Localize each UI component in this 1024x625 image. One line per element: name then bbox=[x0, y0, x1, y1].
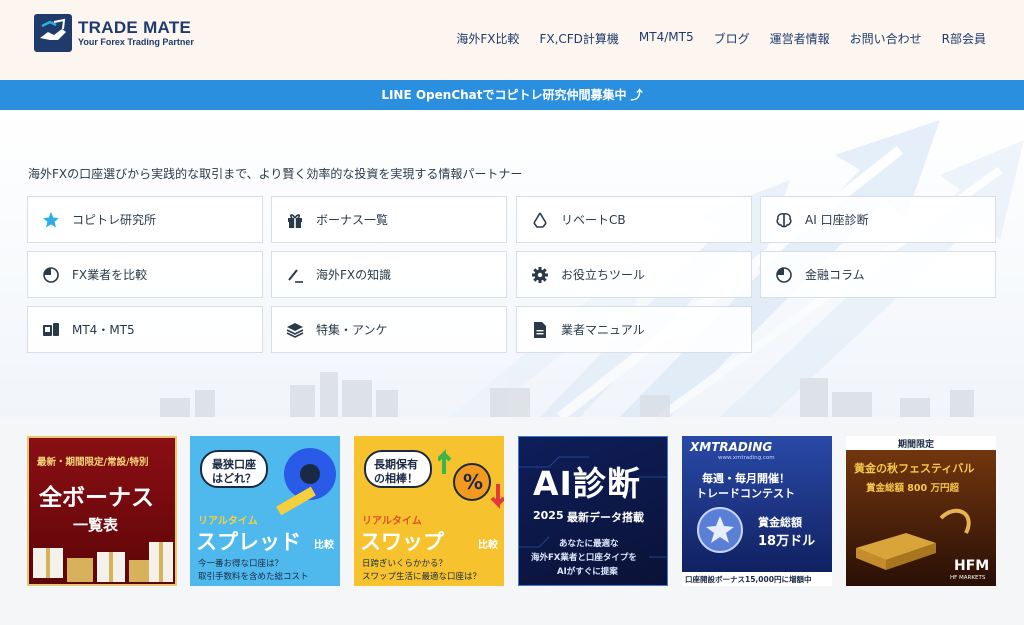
promo-swap-tag: リアルタイム bbox=[362, 516, 422, 527]
recycle-icon bbox=[531, 211, 549, 229]
handshake-logo-icon bbox=[34, 14, 72, 52]
nav-calculator[interactable]: FX,CFD計算機 bbox=[539, 30, 618, 47]
logo[interactable]: TRADE MATE Your Forex Trading Partner bbox=[34, 14, 194, 52]
promo-bonus-top: 最新・期間限定/常設/特別 bbox=[37, 457, 149, 468]
card-label: MT4・MT5 bbox=[72, 323, 135, 337]
promo-ai-yearsub: 最新データ搭載 bbox=[567, 511, 644, 524]
tape-measure-icon bbox=[276, 448, 336, 516]
card-label: 特集・アンケ bbox=[316, 323, 388, 337]
card-finance-column[interactable]: 金融コラム bbox=[760, 251, 996, 298]
promo-spread-bubble2: はどれ？ bbox=[212, 472, 256, 485]
promo-swap-note2: スワップ生活に最適な口座は？ bbox=[362, 572, 482, 582]
card-rebate-cb[interactable]: リベートCB bbox=[516, 196, 752, 243]
devices-icon bbox=[42, 321, 60, 339]
card-useful-tools[interactable]: お役立ちツール bbox=[516, 251, 752, 298]
promo-xm-line1: 毎週・毎月開催！ bbox=[702, 472, 790, 485]
promo-xm-contest[interactable]: XMTRADING www.xmtrading.com 毎週・毎月開催！ トレー… bbox=[682, 436, 832, 586]
promo-spread-note2: 取引手数料を含めた総コスト bbox=[198, 572, 309, 582]
promo-swap-main: スワップ bbox=[360, 530, 444, 554]
promo-hfm-prize: 賞金総額 800 万円超 bbox=[866, 483, 959, 494]
promo-ai-line3: AIがすぐに提案 bbox=[557, 567, 618, 577]
svg-text:%: % bbox=[463, 470, 483, 494]
pen-icon bbox=[286, 266, 304, 284]
promo-xm-site: www.xmtrading.com bbox=[718, 455, 775, 461]
promo-section: 最新・期間限定/常設/特別 全ボーナス 一覧表 最狭口座 はどれ？ リアルタイム… bbox=[0, 417, 1024, 625]
card-label: 海外FXの知識 bbox=[316, 268, 392, 282]
promo-xm-prize1: 賞金総額 bbox=[758, 516, 802, 529]
document-icon bbox=[531, 321, 549, 339]
logo-name: TRADE MATE bbox=[78, 17, 192, 37]
card-bonus-list[interactable]: ボーナス一覧 bbox=[271, 196, 507, 243]
gift-icon bbox=[286, 211, 304, 229]
promo-swap-note1: 日跨ぎいくらかかる？ bbox=[362, 559, 448, 569]
promo-hfm-title: 黄金の秋フェスティバル bbox=[854, 462, 975, 475]
hero-section: 海外FXの口座選びから実践的な取引まで、より賢く効率的な投資を実現する情報パート… bbox=[0, 110, 1024, 417]
card-fx-compare[interactable]: FX業者を比較 bbox=[27, 251, 263, 298]
promo-xm-footer: 口座開設ボーナス15,000円に増額中 bbox=[685, 575, 812, 584]
promo-swap-bubble2: の相棒！ bbox=[374, 472, 418, 485]
promo-xm-prize2: 18万ドル bbox=[758, 534, 816, 549]
promo-bonus-list[interactable]: 最新・期間限定/常設/特別 全ボーナス 一覧表 bbox=[27, 436, 177, 586]
card-label: お役立ちツール bbox=[561, 268, 646, 282]
promo-xm-brand: XMTRADING bbox=[690, 440, 773, 454]
line-openchat-banner[interactable]: LINE OpenChatでコピトレ研究仲間募集中 ⤴ bbox=[0, 80, 1024, 110]
promo-spread-compare-label: 比較 bbox=[314, 540, 334, 551]
card-label: FX業者を比較 bbox=[72, 268, 148, 282]
card-label: 業者マニュアル bbox=[561, 323, 645, 337]
card-mt4-mt5[interactable]: MT4・MT5 bbox=[27, 306, 263, 353]
nav-operator[interactable]: 運営者情報 bbox=[770, 30, 830, 47]
promo-bonus-sub: 一覧表 bbox=[73, 516, 119, 534]
card-label: コピトレ研究所 bbox=[72, 213, 157, 227]
site-header: TRADE MATE Your Forex Trading Partner 海外… bbox=[0, 0, 1024, 80]
promo-ai-main: AI診断 bbox=[533, 464, 641, 503]
promo-spread-compare[interactable]: 最狭口座 はどれ？ リアルタイム スプレッド 比較 今一番お得な口座は？ 取引手… bbox=[190, 436, 340, 586]
promo-ai-line1: あなたに最適な bbox=[559, 539, 619, 549]
promo-xm-line2: トレードコンテスト bbox=[696, 487, 795, 500]
logo-tagline: Your Forex Trading Partner bbox=[78, 36, 194, 47]
promo-ai-diagnosis[interactable]: AI診断 2025 最新データ搭載 あなたに最適な 海外FX業者と口座タイプを … bbox=[518, 436, 668, 586]
nav-blog[interactable]: ブログ bbox=[714, 30, 750, 47]
card-label: ボーナス一覧 bbox=[316, 213, 389, 227]
promo-hfm-brand: HFM bbox=[954, 558, 990, 574]
medal-icon bbox=[697, 507, 743, 553]
gift-boxes-icon bbox=[33, 542, 173, 582]
promo-bonus-main: 全ボーナス bbox=[39, 485, 154, 511]
pie-chart-icon bbox=[42, 266, 60, 284]
card-fx-knowledge[interactable]: 海外FXの知識 bbox=[271, 251, 507, 298]
hero-description: 海外FXの口座選びから実践的な取引まで、より賢く効率的な投資を実現する情報パート… bbox=[28, 167, 523, 181]
nav-r-member[interactable]: R部会員 bbox=[942, 30, 986, 47]
gear-icon bbox=[531, 266, 549, 284]
promo-swap-compare[interactable]: 長期保有 の相棒！ % リアルタイム スワップ 比較 日跨ぎいくらかかる？ スワ… bbox=[354, 436, 504, 586]
promo-swap-compare-label: 比較 bbox=[478, 540, 498, 551]
nav-mt4-mt5[interactable]: MT4/MT5 bbox=[639, 30, 694, 47]
nav-contact[interactable]: お問い合わせ bbox=[850, 30, 922, 47]
category-grid: コピトレ研究所 ボーナス一覧 リベートCB AI 口座診断 FX業者を比較 海外… bbox=[27, 196, 997, 353]
percent-arrows-icon: % bbox=[438, 449, 504, 509]
promo-spread-tag: リアルタイム bbox=[198, 516, 258, 527]
card-label: リベートCB bbox=[561, 213, 626, 227]
layers-icon bbox=[286, 321, 304, 339]
card-features-survey[interactable]: 特集・アンケ bbox=[271, 306, 507, 353]
card-label: AI 口座診断 bbox=[805, 213, 869, 227]
card-label: 金融コラム bbox=[805, 268, 865, 282]
promo-ai-year: 2025 bbox=[533, 509, 564, 522]
card-ai-diagnosis[interactable]: AI 口座診断 bbox=[760, 196, 996, 243]
promo-ai-line2: 海外FX業者と口座タイプを bbox=[531, 553, 637, 563]
promo-hfm-festival[interactable]: 期間限定 黄金の秋フェスティバル 賞金総額 800 万円超 HFM HF MAR… bbox=[846, 436, 996, 586]
promo-hfm-brandsub: HF MARKETS bbox=[950, 575, 986, 581]
main-nav: 海外FX比較 FX,CFD計算機 MT4/MT5 ブログ 運営者情報 お問い合わ… bbox=[436, 30, 986, 47]
promo-spread-note1: 今一番お得な口座は？ bbox=[198, 559, 284, 569]
promo-spread-main: スプレッド bbox=[196, 530, 301, 554]
promo-hfm-tag: 期間限定 bbox=[898, 440, 935, 450]
star-icon bbox=[42, 211, 60, 229]
brain-icon bbox=[775, 211, 793, 229]
nav-fx-compare[interactable]: 海外FX比較 bbox=[456, 30, 519, 47]
card-copytrade-lab[interactable]: コピトレ研究所 bbox=[27, 196, 263, 243]
card-broker-manual[interactable]: 業者マニュアル bbox=[516, 306, 752, 353]
pie-chart-icon bbox=[775, 266, 793, 284]
